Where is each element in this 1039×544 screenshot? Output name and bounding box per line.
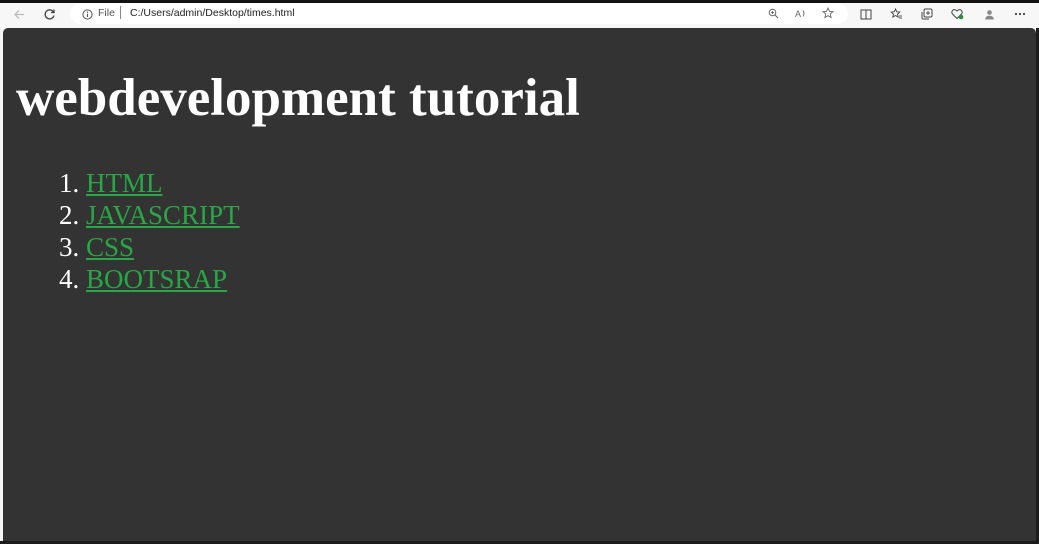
refresh-icon[interactable] xyxy=(38,4,60,24)
tutorial-list: HTML JAVASCRIPT CSS BOOTSRAP xyxy=(3,167,240,295)
list-item: JAVASCRIPT xyxy=(86,199,240,231)
page-heading: webdevelopment tutorial xyxy=(16,69,580,127)
url-text[interactable]: C:/Users/admin/Desktop/times.html xyxy=(130,6,295,20)
info-icon[interactable] xyxy=(82,7,93,25)
link-html[interactable]: HTML xyxy=(86,168,163,198)
svg-text:A: A xyxy=(795,9,801,19)
scheme-label: File xyxy=(98,7,115,19)
back-icon[interactable] xyxy=(8,4,30,24)
profile-icon[interactable] xyxy=(978,4,1000,24)
link-css[interactable]: CSS xyxy=(86,232,134,262)
browser-window: File C:/Users/admin/Desktop/times.html A xyxy=(0,0,1039,544)
list-item: CSS xyxy=(86,231,240,263)
split-screen-icon[interactable] xyxy=(855,4,877,24)
more-icon[interactable] xyxy=(1009,4,1031,24)
favorite-star-icon[interactable] xyxy=(819,5,837,21)
page-viewport: webdevelopment tutorial HTML JAVASCRIPT … xyxy=(3,28,1036,544)
read-aloud-icon[interactable]: A xyxy=(792,5,810,21)
browser-toolbar: File C:/Users/admin/Desktop/times.html A xyxy=(0,3,1039,25)
link-javascript[interactable]: JAVASCRIPT xyxy=(86,200,240,230)
link-bootsrap[interactable]: BOOTSRAP xyxy=(86,264,227,294)
favorites-icon[interactable] xyxy=(885,4,907,24)
list-item: HTML xyxy=(86,167,240,199)
collections-icon[interactable] xyxy=(916,4,938,24)
zoom-icon[interactable] xyxy=(764,5,782,21)
list-item: BOOTSRAP xyxy=(86,263,240,295)
address-separator xyxy=(120,6,121,19)
browser-essentials-icon[interactable] xyxy=(946,4,968,24)
address-bar[interactable]: File C:/Users/admin/Desktop/times.html A xyxy=(70,3,848,24)
